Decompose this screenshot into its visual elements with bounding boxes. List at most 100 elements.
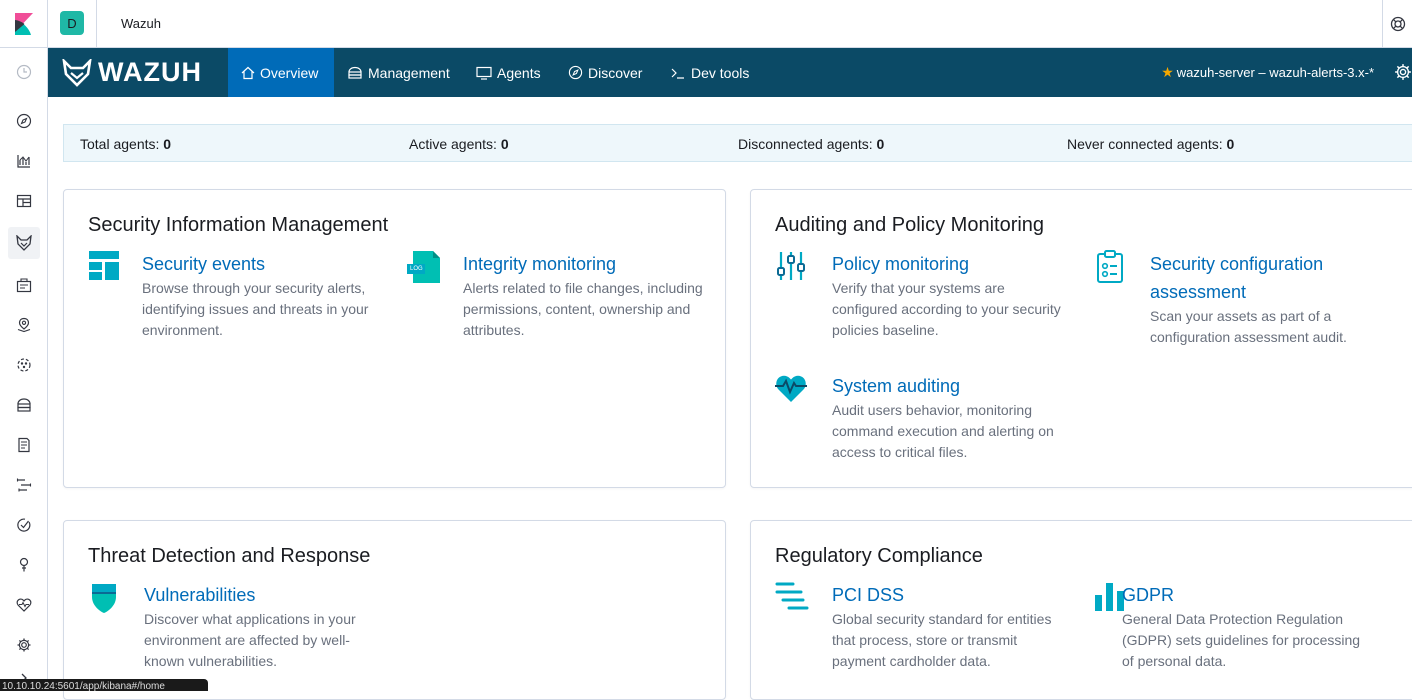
monitor-icon xyxy=(476,66,492,80)
tab-management[interactable]: Management xyxy=(334,48,463,97)
tab-dev-tools-label: Dev tools xyxy=(691,64,750,81)
vulnerabilities-description: Discover what applications in your envir… xyxy=(144,611,356,669)
infrastructure-nav-button[interactable] xyxy=(8,389,40,421)
pci-dss-link[interactable]: PCI DSS xyxy=(832,581,904,609)
policy-monitoring-icon xyxy=(775,250,807,282)
integrity-monitoring-description: Alerts related to file changes, includin… xyxy=(463,280,703,338)
kibana-logo-button[interactable] xyxy=(0,0,48,48)
clock-icon xyxy=(16,64,32,80)
stat-total-value: 0 xyxy=(163,136,172,152)
space-avatar[interactable]: D xyxy=(60,11,84,35)
monitoring-nav-button[interactable] xyxy=(8,589,40,621)
canvas-nav-button[interactable] xyxy=(8,269,40,301)
panel-title: Security Information Management xyxy=(88,214,389,236)
vulnerabilities-link[interactable]: Vulnerabilities xyxy=(144,581,255,609)
sca-description: Scan your assets as part of a configurat… xyxy=(1150,308,1347,345)
api-index-label: wazuh-server – wazuh-alerts-3.x-* xyxy=(1176,65,1374,80)
system-auditing-link[interactable]: System auditing xyxy=(832,372,960,400)
gdpr-description: General Data Protection Regulation (GDPR… xyxy=(1122,611,1361,669)
dashboard-nav-button[interactable] xyxy=(8,185,40,217)
infrastructure-icon xyxy=(17,398,31,412)
system-auditing-description: Audit users behavior, monitoring command… xyxy=(832,402,1054,460)
discover-nav-button[interactable] xyxy=(8,105,40,137)
integrity-monitoring-icon: LOG xyxy=(407,250,441,284)
canvas-icon xyxy=(16,278,32,293)
star-icon: ★ xyxy=(1161,64,1174,80)
stat-disconnected-agents: Disconnected agents: 0 xyxy=(738,136,885,152)
maps-icon xyxy=(17,317,31,333)
stat-never-connected-value: 0 xyxy=(1226,136,1235,152)
integrity-monitoring-link[interactable]: Integrity monitoring xyxy=(463,250,616,278)
sca-checklist-icon xyxy=(1094,250,1126,284)
machine-learning-icon xyxy=(17,358,31,372)
system-auditing-heart-icon xyxy=(775,372,807,404)
gdpr-link[interactable]: GDPR xyxy=(1122,581,1174,609)
wazuh-icon xyxy=(16,235,32,251)
logs-icon xyxy=(18,437,30,453)
stat-never-connected-agents: Never connected agents: 0 xyxy=(1067,136,1235,152)
cloud-icon xyxy=(348,66,362,79)
uptime-nav-button[interactable] xyxy=(8,509,40,541)
stat-active-value: 0 xyxy=(500,136,509,152)
policy-monitoring-link[interactable]: Policy monitoring xyxy=(832,250,969,278)
api-index-selector[interactable]: ★ wazuh-server – wazuh-alerts-3.x-* xyxy=(1161,64,1374,81)
wazuh-logo-text: WAZUH xyxy=(98,57,202,87)
app-breadcrumb[interactable]: Wazuh xyxy=(121,16,161,31)
logs-nav-button[interactable] xyxy=(8,429,40,461)
compass-icon xyxy=(568,65,583,80)
security-events-description: Browse through your security alerts, ide… xyxy=(142,280,369,338)
header-divider xyxy=(96,0,97,48)
panel-auditing-policy-monitoring: Auditing and Policy Monitoring Policy mo… xyxy=(750,189,1412,488)
tab-agents[interactable]: Agents xyxy=(463,48,554,97)
panel-title: Auditing and Policy Monitoring xyxy=(775,214,1045,236)
dev-tools-nav-button[interactable] xyxy=(8,549,40,581)
wazuh-logo[interactable]: WAZUH xyxy=(62,57,202,88)
dashboard-icon xyxy=(16,194,32,208)
tab-overview[interactable]: Overview xyxy=(228,48,334,97)
panel-title: Threat Detection and Response xyxy=(88,545,371,567)
panel-title: Regulatory Compliance xyxy=(775,545,983,567)
visualize-nav-button[interactable] xyxy=(8,145,40,177)
terminal-icon xyxy=(671,68,684,79)
status-url-tooltip: 10.10.10.24:5601/app/kibana#/home xyxy=(0,679,208,691)
panel-threat-detection-response: Threat Detection and Response Vulnerabil… xyxy=(63,520,726,700)
settings-button[interactable] xyxy=(1394,63,1412,81)
kibana-logo-icon xyxy=(14,13,33,35)
pci-dss-description: Global security standard for entities th… xyxy=(832,611,1052,669)
panel-security-information-management: Security Information Management Security… xyxy=(63,189,726,488)
stat-disconnected-value: 0 xyxy=(876,136,885,152)
tab-management-label: Management xyxy=(368,64,450,81)
management-nav-button[interactable] xyxy=(8,629,40,661)
ml-nav-button[interactable] xyxy=(8,349,40,381)
help-icon xyxy=(1390,16,1405,32)
help-button[interactable] xyxy=(1382,0,1412,48)
agents-stats-bar: Total agents: 0 Active agents: 0 Disconn… xyxy=(63,124,1412,162)
integrity-monitoring-icon-label: LOG xyxy=(410,266,423,272)
apm-icon xyxy=(16,478,32,492)
visualize-icon xyxy=(17,155,30,168)
tab-overview-label: Overview xyxy=(260,64,319,81)
stat-total-agents: Total agents: 0 xyxy=(80,136,172,152)
sca-link[interactable]: Security configuration assessment xyxy=(1150,250,1390,306)
top-header: D Wazuh xyxy=(0,0,1412,48)
side-nav xyxy=(0,48,48,688)
recently-viewed-button[interactable] xyxy=(8,56,40,88)
stat-active-agents: Active agents: 0 xyxy=(409,136,509,152)
gear-icon xyxy=(1395,64,1411,80)
wazuh-menu-bar: WAZUH Overview Management Agents Discove… xyxy=(48,48,1412,97)
tab-discover-label: Discover xyxy=(588,64,643,81)
wazuh-wolf-icon xyxy=(62,58,92,87)
policy-monitoring-description: Verify that your systems are configured … xyxy=(832,280,1061,338)
uptime-icon xyxy=(17,518,31,532)
panel-regulatory-compliance: Regulatory Compliance PCI DSS Global sec… xyxy=(750,520,1412,700)
tab-agents-label: Agents xyxy=(497,64,541,81)
tab-discover[interactable]: Discover xyxy=(555,48,655,97)
security-events-link[interactable]: Security events xyxy=(142,250,265,278)
wazuh-nav-button[interactable] xyxy=(8,227,40,259)
maps-nav-button[interactable] xyxy=(8,309,40,341)
apm-nav-button[interactable] xyxy=(8,469,40,501)
dev-tools-icon xyxy=(19,557,29,572)
tab-dev-tools[interactable]: Dev tools xyxy=(657,48,762,97)
security-events-icon xyxy=(88,250,120,282)
monitoring-icon xyxy=(16,598,32,612)
